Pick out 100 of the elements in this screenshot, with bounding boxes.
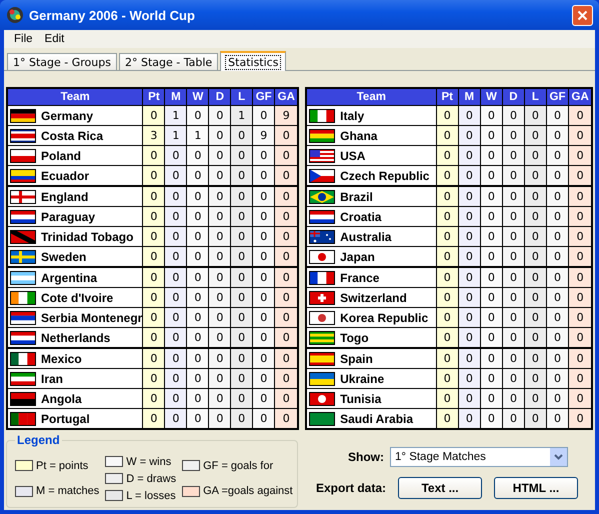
legend-text: L = losses [126, 490, 176, 502]
chevron-down-icon [554, 454, 563, 460]
flag-icon [309, 148, 336, 162]
close-button[interactable] [572, 4, 593, 26]
export-button[interactable]: HTML ... [494, 477, 578, 499]
table-cell: 0 [458, 106, 480, 126]
team-name: Mexico [41, 352, 82, 366]
flag-icon [10, 148, 36, 162]
flag-icon [309, 250, 336, 264]
table-cell: 0 [230, 186, 252, 206]
table-cell: 0 [164, 368, 187, 388]
table-cell: 0 [480, 308, 502, 328]
table-cell: 0 [142, 288, 165, 308]
table-cell: 0 [546, 126, 569, 146]
table-cell: 0 [458, 267, 480, 288]
team-name: USA [340, 148, 366, 162]
flag-icon [10, 310, 36, 324]
table-cell: 0 [436, 368, 458, 388]
column-header: W [480, 88, 502, 106]
table-cell: 0 [546, 206, 569, 226]
table-cell: 0 [186, 267, 209, 288]
flag-icon [309, 210, 336, 224]
table-cell: 0 [142, 348, 165, 368]
flag-icon [309, 412, 336, 426]
tab[interactable]: Statistics [220, 51, 286, 71]
table-cell: 0 [546, 388, 569, 408]
table-cell: 0 [252, 226, 275, 246]
legend-text: D = draws [126, 472, 176, 484]
table-cell: 0 [524, 308, 546, 328]
column-header: Pt [436, 88, 458, 106]
column-header: GA [274, 88, 298, 106]
close-icon [577, 10, 588, 20]
flag-icon [10, 392, 36, 406]
table-cell: 0 [274, 226, 298, 246]
table-cell: 0 [274, 126, 298, 146]
column-header: M [458, 88, 480, 106]
flag-icon [10, 372, 36, 386]
table-cell: 0 [230, 146, 252, 166]
table-cell: 0 [524, 106, 546, 126]
tab[interactable]: 1° Stage - Groups [7, 53, 117, 70]
table-cell: 0 [186, 226, 209, 246]
table-cell: 0 [502, 206, 524, 226]
column-header: M [164, 88, 187, 106]
window-title: Germany 2006 - World Cup [29, 8, 196, 22]
flag-icon [10, 230, 36, 244]
table-cell: 0 [274, 368, 298, 388]
table-cell: 0 [480, 388, 502, 408]
menu-item[interactable]: Edit [38, 33, 70, 45]
table-cell: 0 [230, 126, 252, 146]
table-cell: 0 [546, 186, 569, 206]
team-name: Costa Rica [41, 128, 104, 142]
flag-icon [10, 108, 36, 122]
table-cell: 0 [186, 288, 209, 308]
table-cell: 0 [502, 348, 524, 368]
table-cell: 0 [208, 388, 231, 408]
flag-icon [309, 330, 336, 344]
column-header: L [230, 88, 252, 106]
flag-icon [309, 128, 336, 142]
team-name: Cote d'Ivoire [41, 290, 114, 304]
table-cell: 0 [252, 267, 275, 288]
table-cell: 9 [252, 126, 275, 146]
team-name: Saudi Arabia [340, 412, 414, 426]
table-cell: 0 [480, 206, 502, 226]
team-name: Ecuador [41, 168, 90, 182]
table-cell: 0 [186, 388, 209, 408]
export-button[interactable]: Text ... [398, 477, 482, 499]
tab[interactable]: 2° Stage - Table [118, 53, 218, 70]
table-cell: 0 [208, 206, 231, 226]
table-cell: 0 [458, 408, 480, 429]
table-cell: 0 [436, 146, 458, 166]
table-cell: 0 [524, 348, 546, 368]
flag-icon [10, 210, 36, 224]
show-dropdown[interactable]: 1° Stage Matches [390, 447, 568, 467]
table-cell: 0 [546, 348, 569, 368]
team-name: Serbia Montenegr [41, 310, 142, 324]
table-cell: 0 [524, 146, 546, 166]
table-cell: 0 [436, 408, 458, 429]
flag-icon [10, 330, 36, 344]
table-cell: 0 [274, 267, 298, 288]
flag-icon [309, 190, 336, 204]
table-cell: 0 [186, 348, 209, 368]
flag-icon [10, 352, 36, 366]
table-cell: 0 [502, 106, 524, 126]
table-cell: 0 [502, 408, 524, 429]
table-cell: 0 [164, 388, 187, 408]
menu-item[interactable]: File [8, 33, 39, 45]
table-cell: 0 [546, 267, 569, 288]
table-cell: 0 [208, 146, 231, 166]
team-name: Sweden [41, 250, 86, 264]
table-cell: 0 [546, 408, 569, 429]
team-name: Croatia [340, 210, 382, 224]
table-cell: 0 [568, 288, 592, 308]
flag-icon [10, 270, 36, 284]
table-cell: 0 [502, 388, 524, 408]
table-cell: 0 [164, 186, 187, 206]
table-cell: 0 [524, 186, 546, 206]
flag-icon [10, 250, 36, 264]
team-name: Trinidad Tobago [41, 230, 134, 244]
table-cell: 0 [502, 126, 524, 146]
table-cell: 0 [480, 348, 502, 368]
